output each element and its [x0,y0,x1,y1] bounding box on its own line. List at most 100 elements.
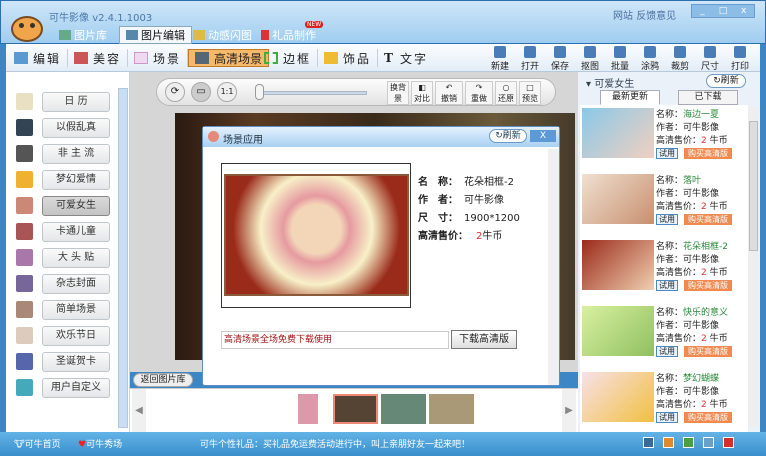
home-link[interactable]: 🐮可牛首页 [14,437,61,450]
zoom-slider[interactable] [257,91,367,95]
rotate-icon[interactable]: ⟳ [165,82,185,102]
save-button[interactable]: 保存 [546,46,574,72]
restore-button[interactable]: ○ 还原 [495,81,517,105]
buy-hd-button[interactable]: 购买高清版 [684,148,732,159]
try-button[interactable]: 试用 [656,412,678,423]
category-button[interactable]: 以假乱真 [42,118,110,138]
scroll-left-arrow-icon[interactable]: ◀ [132,389,146,433]
category-dropdown[interactable]: ▾ 可爱女生 [586,75,634,90]
category-button[interactable]: 日 历 [42,92,110,112]
status-icon[interactable] [723,437,734,448]
tab-latest[interactable]: 最新更新 [600,90,660,105]
try-button[interactable]: 试用 [656,148,678,159]
status-icon[interactable] [643,437,654,448]
category-scrollbar[interactable] [118,88,128,428]
tool-decoration[interactable]: 饰品 [318,49,379,67]
print-button[interactable]: 打印 [726,46,754,72]
category-cute-girl[interactable]: 可爱女生 [16,196,121,216]
buy-hd-button[interactable]: 购买高清版 [684,214,732,225]
status-icon[interactable] [683,437,694,448]
scroll-right-arrow-icon[interactable]: ▶ [562,389,576,433]
show-link[interactable]: ♥可牛秀场 [78,437,122,450]
close-button[interactable]: x [733,5,754,17]
scene-thumbnail[interactable] [582,306,654,356]
try-button[interactable]: 试用 [656,214,678,225]
scene-list-item[interactable]: 名称：花朵相框-2 作者：可牛影像 高清售价：2 牛币 试用 购买高清版 [580,237,748,303]
thumbnail[interactable] [298,394,318,424]
scene-list-item[interactable]: 名称：海边一夏 作者：可牛影像 高清售价：2 牛币 试用 购买高清版 [580,105,748,171]
buy-hd-button[interactable]: 购买高清版 [684,280,732,291]
category-magazine[interactable]: 杂志封面 [16,274,121,294]
tool-edit[interactable]: 编辑 [8,49,69,67]
download-hd-button[interactable]: 下载高清版 [451,330,517,349]
maximize-button[interactable]: □ [713,5,734,17]
tool-hd-scene[interactable]: 高清场景 [188,49,270,67]
category-button[interactable]: 杂志封面 [42,274,110,294]
category-button[interactable]: 卡通儿童 [42,222,110,242]
back-to-library-button[interactable]: 返回图片库 [133,373,193,387]
try-button[interactable]: 试用 [656,280,678,291]
cutout-button[interactable]: 抠图 [576,46,604,72]
redo-button[interactable]: ↷ 重做 [465,81,493,105]
change-background-button[interactable]: 换背景 [387,81,409,105]
category-simple-scene[interactable]: 简单场景 [16,300,121,320]
scene-thumbnail[interactable] [582,108,654,158]
doodle-button[interactable]: 涂鸦 [636,46,664,72]
notice-field[interactable]: 高清场景全场免费下载使用 [221,331,449,349]
feedback-link[interactable]: 反馈意见 [636,11,676,22]
category-photo-sticker[interactable]: 大 头 贴 [16,248,121,268]
open-button[interactable]: 打开 [516,46,544,72]
category-realistic[interactable]: 以假乱真 [16,118,121,138]
dialog-refresh-button[interactable]: ↻刷新 [489,129,527,143]
tab-animation[interactable]: 动感闪图 [187,26,258,44]
tab-photo-edit[interactable]: 图片编辑 [119,26,192,44]
minimize-button[interactable]: _ [692,5,713,17]
dialog-scrollbar[interactable] [548,149,559,385]
category-button[interactable]: 非 主 流 [42,144,110,164]
buy-hd-button[interactable]: 购买高清版 [684,346,732,357]
promo-message[interactable]: 可牛个性礼品：买礼品免运费活动进行中，叫上亲朋好友一起来吧！ [200,437,470,450]
refresh-button[interactable]: ↻刷新 [706,74,746,88]
category-button[interactable]: 用户自定义 [42,378,110,398]
status-icon[interactable] [703,437,714,448]
scene-thumbnail[interactable] [582,174,654,224]
compare-button[interactable]: ◧ 对比 [411,81,433,105]
category-holiday[interactable]: 欢乐节日 [16,326,121,346]
buy-hd-button[interactable]: 购买高清版 [684,412,732,423]
scene-thumbnail[interactable] [582,372,654,422]
scene-thumbnail[interactable] [582,240,654,290]
category-button[interactable]: 梦幻爱情 [42,170,110,190]
scene-list-scrollbar[interactable] [748,107,759,427]
category-non-mainstream[interactable]: 非 主 流 [16,144,121,164]
preview-button[interactable]: □ 预览 [519,81,541,105]
dialog-close-button[interactable]: X [530,130,556,142]
scene-list-item[interactable]: 名称：落叶 作者：可牛影像 高清售价：2 牛币 试用 购买高清版 [580,171,748,237]
zoom-slider-handle[interactable] [255,84,264,100]
batch-button[interactable]: 批量 [606,46,634,72]
tool-beauty[interactable]: 美容 [68,49,129,67]
category-dream-love[interactable]: 梦幻爱情 [16,170,121,190]
category-button[interactable]: 可爱女生 [42,196,110,216]
tab-photo-library[interactable]: 图片库 [53,26,113,44]
undo-button[interactable]: ↶ 撤销 [435,81,463,105]
scrollbar-thumb[interactable] [749,121,758,251]
category-button[interactable]: 欢乐节日 [42,326,110,346]
category-button[interactable]: 圣诞贺卡 [42,352,110,372]
thumbnail-selected[interactable] [333,394,378,424]
fit-screen-icon[interactable]: ▭ [191,82,211,102]
actual-size-button[interactable]: 1:1 [217,82,237,102]
thumbnail[interactable] [429,394,474,424]
category-custom[interactable]: 用户自定义 [16,378,121,398]
thumbnail[interactable] [381,394,426,424]
category-christmas[interactable]: 圣诞贺卡 [16,352,121,372]
status-icon[interactable] [663,437,674,448]
new-button[interactable]: 新建 [486,46,514,72]
website-link[interactable]: 网站 [613,11,633,22]
tool-text[interactable]: T 文字 [378,49,434,67]
category-calendar[interactable]: 日 历 [16,92,121,112]
scene-list-item[interactable]: 名称：梦幻蝴蝶 作者：可牛影像 高清售价：2 牛币 试用 购买高清版 [580,369,748,432]
tab-gift[interactable]: 礼品制作 [255,26,322,44]
crop-button[interactable]: 裁剪 [666,46,694,72]
tab-downloaded[interactable]: 已下载 [678,90,738,105]
category-button[interactable]: 大 头 贴 [42,248,110,268]
